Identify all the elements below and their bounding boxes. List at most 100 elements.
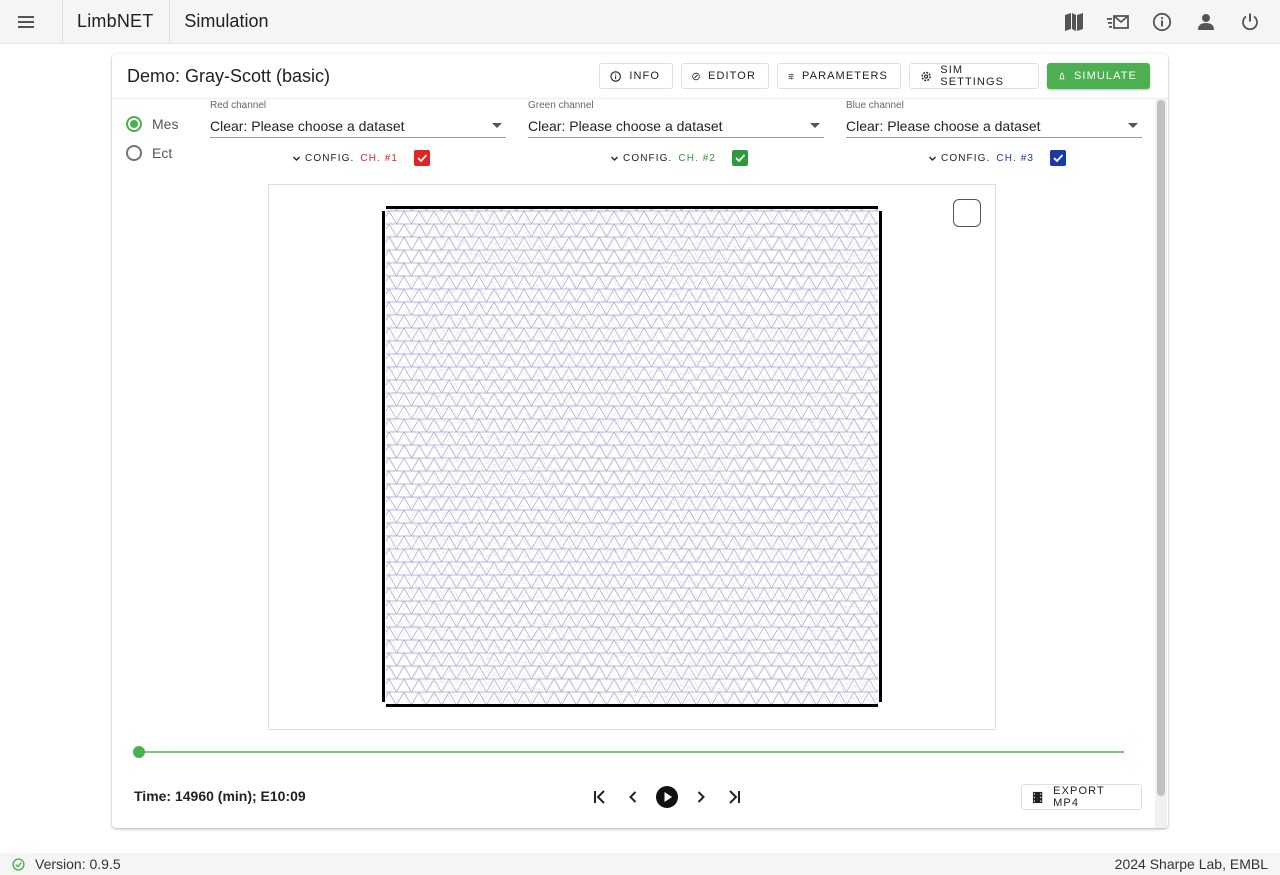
config-ch1-toggle[interactable]: CONFIG. CH. #1 [292, 150, 431, 166]
edit-icon [692, 72, 700, 80]
skip-end-icon [729, 790, 740, 804]
header-divider [112, 98, 1168, 99]
menu-icon [18, 15, 34, 28]
blue-channel-value: Clear: Please choose a dataset [846, 117, 1041, 134]
mesh-canvas[interactable] [269, 185, 996, 730]
simulation-viewer[interactable] [268, 184, 996, 730]
parameters-button-label: PARAMETERS [802, 70, 888, 82]
playback-controls [590, 786, 744, 808]
radio-ect[interactable]: Ect [126, 145, 172, 161]
play-icon [656, 786, 678, 808]
docs-button[interactable] [1057, 6, 1090, 39]
scrollbar-thumb[interactable] [1157, 100, 1165, 796]
green-channel-dropdown[interactable]: Clear: Please choose a dataset [528, 114, 824, 138]
red-channel-dropdown[interactable]: Clear: Please choose a dataset [210, 114, 506, 138]
chevron-down-icon [929, 156, 936, 161]
timeline-slider[interactable] [133, 746, 1124, 758]
tune-icon [788, 73, 794, 79]
chevron-down-icon [492, 123, 502, 128]
viewer-toggle-box[interactable] [953, 199, 981, 227]
credit-text: 2024 Sharpe Lab, EMBL [1114, 856, 1268, 872]
simulate-button[interactable]: SIMULATE [1047, 63, 1150, 89]
timeline-track[interactable] [139, 751, 1124, 753]
radio-indicator [126, 145, 142, 161]
sim-settings-button[interactable]: SIM SETTINGS [909, 63, 1039, 89]
version-info: Version: 0.9.5 [0, 856, 121, 872]
footer: Version: 0.9.5 2024 Sharpe Lab, EMBL [0, 853, 1280, 875]
step-back-button[interactable] [623, 787, 643, 807]
section-title: Simulation [184, 11, 269, 31]
editor-button-label: EDITOR [708, 70, 756, 82]
mesh-border-top [386, 206, 878, 209]
blue-channel-label: Blue channel [846, 100, 904, 111]
logout-button[interactable] [1233, 6, 1266, 39]
export-label: EXPORT MP4 [1053, 785, 1105, 809]
parameters-button[interactable]: PARAMETERS [777, 63, 901, 89]
channel-number: CH. #1 [360, 152, 399, 164]
info-icon [610, 70, 621, 82]
blue-channel-select[interactable]: Blue channel Clear: Please choose a data… [846, 100, 1142, 138]
skip-to-end-button[interactable] [724, 787, 744, 807]
time-readout: Time: 14960 (min); E10:09 [134, 788, 306, 804]
skip-start-icon [594, 790, 605, 804]
chevron-down-icon [611, 156, 618, 161]
chevron-right-icon [697, 791, 705, 803]
version-text: Version: 0.9.5 [35, 856, 121, 872]
ch3-checkbox[interactable] [1050, 150, 1067, 166]
chevron-down-icon [1128, 123, 1138, 128]
green-channel-label: Green channel [528, 100, 594, 111]
config-label: CONFIG. [623, 152, 673, 164]
step-forward-button[interactable] [691, 787, 711, 807]
rocket-icon [1059, 71, 1065, 79]
config-ch2-toggle[interactable]: CONFIG. CH. #2 [610, 150, 749, 166]
channel-number: CH. #2 [678, 152, 717, 164]
config-label: CONFIG. [941, 152, 991, 164]
app-bar: LimbNET Simulation [0, 0, 1280, 44]
mesh-border-left [382, 211, 385, 702]
green-channel-select[interactable]: Green channel Clear: Please choose a dat… [528, 100, 824, 138]
mesh-fill-overlay [386, 209, 878, 705]
info-icon [1152, 12, 1171, 32]
ch1-checkbox[interactable] [414, 150, 431, 166]
info-button[interactable]: INFO [599, 63, 673, 89]
play-button[interactable] [656, 786, 678, 808]
check-circle-icon [12, 857, 25, 871]
about-button[interactable] [1145, 6, 1178, 39]
radio-label: Ect [152, 145, 173, 161]
contact-button[interactable] [1101, 6, 1134, 39]
book-icon [1064, 13, 1083, 31]
skip-to-start-button[interactable] [590, 787, 610, 807]
mesh-border-bottom [386, 704, 878, 707]
mail-icon [1106, 15, 1129, 29]
radio-mes[interactable]: Mes [126, 116, 178, 132]
scrollbar[interactable] [1155, 98, 1167, 828]
radio-label: Mes [152, 116, 179, 132]
simulation-card: Demo: Gray-Scott (basic) INFO EDITOR PAR… [112, 54, 1168, 828]
account-button[interactable] [1189, 6, 1222, 39]
red-channel-label: Red channel [210, 100, 267, 111]
ch2-checkbox[interactable] [732, 150, 749, 166]
app-title: LimbNET [77, 11, 154, 31]
film-icon [1032, 791, 1043, 803]
check-icon [1053, 154, 1064, 163]
config-ch3-toggle[interactable]: CONFIG. CH. #3 [928, 150, 1067, 166]
gear-icon [921, 71, 931, 81]
check-icon [417, 154, 428, 163]
power-icon [1241, 13, 1258, 31]
menu-button[interactable] [0, 0, 52, 44]
green-channel-value: Clear: Please choose a dataset [528, 117, 723, 134]
red-channel-value: Clear: Please choose a dataset [210, 117, 405, 134]
export-mp4-button[interactable]: EXPORT MP4 [1021, 784, 1142, 810]
account-icon [1197, 14, 1214, 30]
blue-channel-dropdown[interactable]: Clear: Please choose a dataset [846, 114, 1142, 138]
editor-button[interactable]: EDITOR [681, 63, 769, 89]
red-channel-select[interactable]: Red channel Clear: Please choose a datas… [210, 100, 506, 138]
config-label: CONFIG. [305, 152, 355, 164]
demo-title: Demo: Gray-Scott (basic) [127, 66, 331, 86]
mesh-border-right [879, 211, 882, 702]
sim-settings-button-label: SIM SETTINGS [940, 64, 1005, 88]
chevron-down-icon [293, 156, 300, 161]
timeline-thumb[interactable] [133, 746, 145, 758]
chevron-down-icon [810, 123, 820, 128]
info-button-label: INFO [629, 70, 660, 82]
